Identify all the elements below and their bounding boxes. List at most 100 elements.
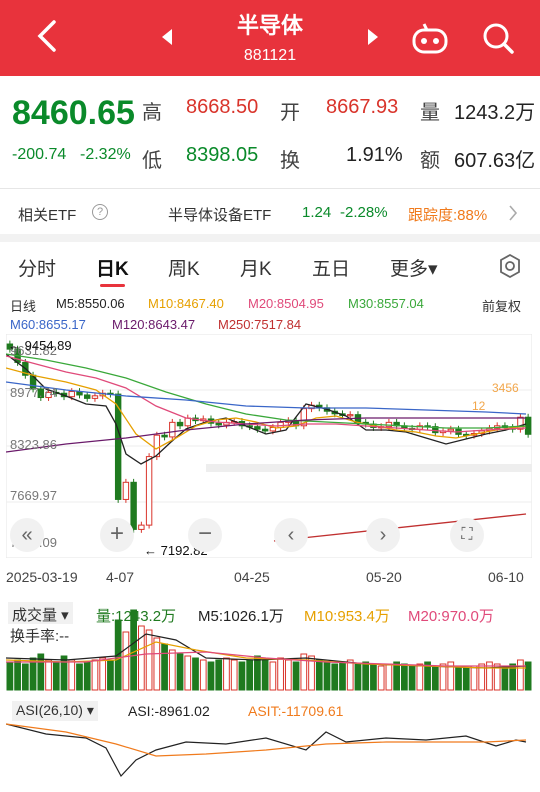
scroll-right-icon[interactable]: › — [366, 518, 400, 552]
ma10-value: M10:8467.40 — [148, 296, 224, 311]
candle — [145, 456, 153, 526]
price-change: -200.74 — [12, 146, 67, 163]
asi-chart[interactable] — [6, 698, 532, 790]
volume-bar — [362, 661, 370, 691]
ma-line-label: 日线 — [10, 299, 37, 314]
candle — [347, 414, 354, 417]
volume-bar — [254, 655, 261, 691]
volume-bar — [370, 663, 377, 691]
tab-daily[interactable]: 日K — [96, 254, 129, 287]
volume-bar — [83, 661, 91, 691]
volume-bar — [331, 663, 339, 691]
volume-label: 量 — [420, 102, 440, 124]
volume-bar — [223, 657, 230, 691]
volume-bar — [277, 657, 284, 691]
volume-bar — [339, 661, 346, 691]
volume-bar — [385, 663, 393, 691]
tab-monthly[interactable]: 月K — [240, 254, 272, 281]
volume-bar — [130, 609, 138, 691]
volume-bar — [14, 659, 21, 691]
volume-bar — [246, 659, 254, 691]
fullscreen-icon[interactable]: ⛶ — [450, 518, 484, 552]
candle — [130, 481, 137, 530]
y-tick-4: 7669.97 — [10, 488, 57, 503]
volume-bar — [122, 631, 130, 691]
ma250-value: M250:7517.84 — [218, 317, 302, 332]
etf-price: 1.24 — [302, 204, 332, 221]
top-header: 半导体 881121 — [0, 0, 540, 76]
volume-bar — [261, 659, 269, 691]
volume-bar — [416, 663, 424, 691]
volume-bar — [153, 637, 161, 691]
tab-weekly[interactable]: 周K — [168, 254, 200, 281]
volume-chart[interactable] — [6, 596, 532, 696]
related-etf-label: 相关ETF — [18, 207, 77, 224]
settings-icon[interactable] — [496, 252, 524, 280]
candle — [122, 481, 130, 500]
turnover-label: 换 — [280, 150, 300, 172]
zoom-out-icon[interactable]: − — [188, 518, 222, 552]
volume-bar — [168, 649, 176, 691]
zoom-in-icon[interactable]: + — [100, 518, 134, 552]
related-etf-row[interactable]: 相关ETF ? 半导体设备ETF 1.24 -2.28% 跟踪度:88% — [0, 190, 540, 236]
volume-bar — [176, 653, 184, 691]
section-gap — [0, 234, 540, 242]
candle — [447, 428, 454, 432]
volume-bars — [6, 609, 532, 691]
volume-bar — [107, 659, 114, 691]
volume-bar — [52, 661, 60, 691]
volume-bar — [323, 661, 331, 691]
volume-bar — [393, 661, 401, 691]
last-price: 8460.65 — [12, 94, 135, 132]
volume-bar — [91, 659, 99, 691]
tab-more[interactable]: 更多▾ — [390, 254, 438, 281]
volume-bar — [408, 665, 416, 691]
adjust-toggle[interactable]: 前复权 — [482, 296, 521, 315]
volume-bar — [68, 659, 76, 691]
robot-assistant-icon[interactable] — [410, 20, 450, 56]
etf-tracking: 跟踪度:88% — [408, 207, 488, 224]
scroll-left-icon[interactable]: ‹ — [274, 518, 308, 552]
ma120-value: M120:8643.47 — [112, 317, 196, 332]
candle — [215, 422, 222, 426]
stock-code: 881121 — [243, 47, 297, 64]
tab-intraday[interactable]: 分时 — [18, 254, 56, 281]
volume-bar — [401, 663, 408, 691]
volume-bar — [292, 661, 300, 691]
candle — [184, 417, 191, 427]
x-tick-3: 04-25 — [234, 569, 270, 585]
help-icon[interactable]: ? — [92, 204, 108, 220]
search-icon[interactable] — [480, 20, 516, 56]
high-value: 8668.50 — [186, 96, 259, 118]
amount-label: 额 — [420, 150, 440, 172]
max-price-annotation: ← 9454.89 — [8, 338, 72, 353]
candle — [176, 421, 184, 427]
volume-bar — [76, 663, 83, 691]
next-stock-icon[interactable] — [366, 28, 380, 46]
volume-bar — [145, 629, 153, 691]
volume-bar — [60, 655, 68, 691]
stock-title: 半导体 — [236, 13, 303, 38]
volume-bar — [501, 665, 509, 691]
amount-value: 607.63亿 — [454, 150, 536, 172]
volume-bar — [315, 659, 323, 691]
tab-five-day[interactable]: 五日 — [312, 254, 350, 281]
etf-change-pct: -2.28% — [340, 204, 388, 221]
volume-bar — [455, 665, 462, 691]
high-label: 高 — [142, 102, 162, 124]
volume-bar — [439, 663, 447, 691]
volume-bar — [21, 663, 29, 691]
open-label: 开 — [280, 102, 300, 124]
volume-bar — [462, 667, 470, 691]
scroll-left-fast-icon[interactable]: « — [10, 518, 44, 552]
candle — [524, 416, 532, 435]
volume-value: 1243.2万 — [454, 102, 536, 124]
ma30-value: M30:8557.04 — [348, 296, 424, 311]
ma20-value: M20:8504.95 — [248, 296, 324, 311]
low-value: 8398.05 — [186, 144, 259, 166]
x-tick-2: 4-07 — [106, 569, 135, 585]
x-tick-5: 06-10 — [488, 569, 524, 585]
label-3456: 3456 — [492, 381, 519, 395]
etf-name: 半导体设备ETF — [168, 207, 272, 224]
volume-bar — [524, 661, 532, 691]
